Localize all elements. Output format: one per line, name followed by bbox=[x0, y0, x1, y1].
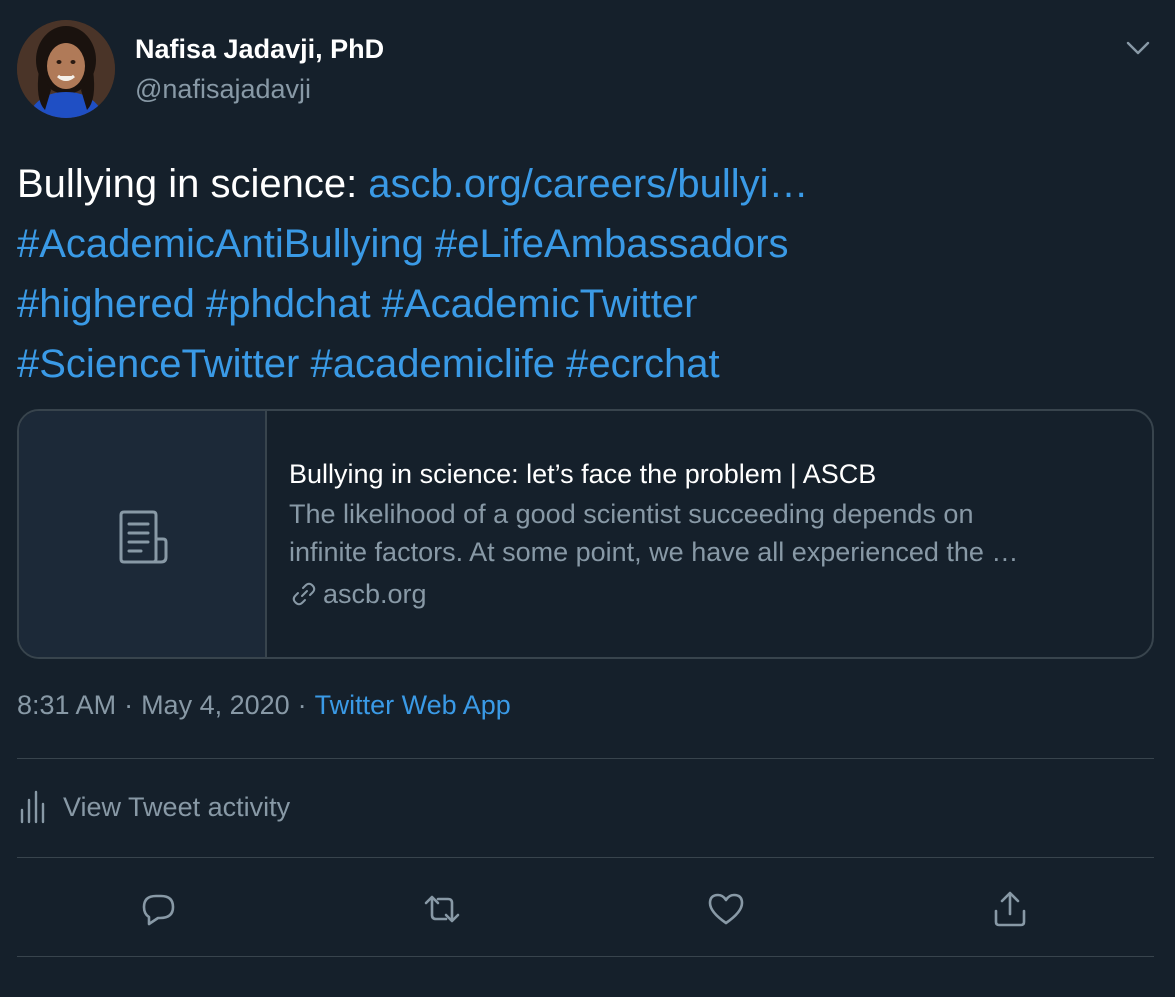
heart-icon bbox=[708, 893, 744, 925]
author-handle[interactable]: @nafisajadavji bbox=[135, 74, 311, 105]
tweet-date[interactable]: May 4, 2020 bbox=[141, 690, 290, 720]
divider bbox=[17, 758, 1154, 759]
link-icon bbox=[292, 582, 316, 606]
avatar[interactable] bbox=[17, 20, 115, 118]
tweet-source-link[interactable]: Twitter Web App bbox=[315, 690, 511, 720]
divider bbox=[17, 857, 1154, 858]
more-options-chevron-down-icon[interactable] bbox=[1122, 34, 1154, 62]
tweet-text: Bullying in science: ascb.org/careers/bu… bbox=[17, 154, 1147, 394]
retweet-button[interactable] bbox=[417, 884, 467, 934]
view-tweet-activity-button[interactable]: View Tweet activity bbox=[17, 790, 290, 824]
divider bbox=[17, 956, 1154, 957]
share-button[interactable] bbox=[985, 884, 1035, 934]
tweet-meta: 8:31 AM · May 4, 2020 · Twitter Web App bbox=[17, 690, 511, 721]
reply-icon bbox=[142, 894, 175, 926]
retweet-icon bbox=[424, 895, 460, 923]
card-body: Bullying in science: let’s face the prob… bbox=[289, 455, 1132, 613]
meta-separator: · bbox=[297, 690, 307, 720]
hashtags-line-3[interactable]: #ScienceTwitter #academiclife #ecrchat bbox=[17, 334, 1147, 394]
tweet-text-lead: Bullying in science: bbox=[17, 162, 369, 206]
reply-button[interactable] bbox=[133, 884, 183, 934]
card-description-line-2: infinite factors. At some point, we have… bbox=[289, 537, 1019, 567]
card-title: Bullying in science: let’s face the prob… bbox=[289, 459, 877, 489]
view-tweet-activity-label: View Tweet activity bbox=[63, 791, 291, 822]
tweet-text-line-1: Bullying in science: ascb.org/careers/bu… bbox=[17, 154, 1147, 214]
tweet-detail: Nafisa Jadavji, PhD @nafisajadavji Bully… bbox=[0, 0, 1175, 997]
card-description-line-1: The likelihood of a good scientist succe… bbox=[289, 499, 974, 529]
card-thumbnail bbox=[19, 411, 267, 657]
card-description: The likelihood of a good scientist succe… bbox=[289, 495, 1132, 571]
tweet-actions-bar bbox=[0, 884, 1175, 934]
card-domain-text: ascb.org bbox=[323, 579, 427, 609]
card-domain: ascb.org bbox=[289, 575, 1132, 613]
meta-separator: · bbox=[124, 690, 134, 720]
document-icon bbox=[119, 510, 168, 564]
share-icon bbox=[994, 891, 1026, 927]
like-button[interactable] bbox=[701, 884, 751, 934]
analytics-icon bbox=[20, 790, 45, 824]
author-display-name[interactable]: Nafisa Jadavji, PhD bbox=[135, 34, 384, 65]
hashtags-line-2[interactable]: #highered #phdchat #AcademicTwitter bbox=[17, 274, 1147, 334]
tweet-time[interactable]: 8:31 AM bbox=[17, 690, 116, 720]
link-preview-card[interactable]: Bullying in science: let’s face the prob… bbox=[17, 409, 1154, 659]
hashtags-line-1[interactable]: #AcademicAntiBullying #eLifeAmbassadors bbox=[17, 214, 1147, 274]
tweet-url-link[interactable]: ascb.org/careers/bullyi… bbox=[368, 162, 808, 206]
